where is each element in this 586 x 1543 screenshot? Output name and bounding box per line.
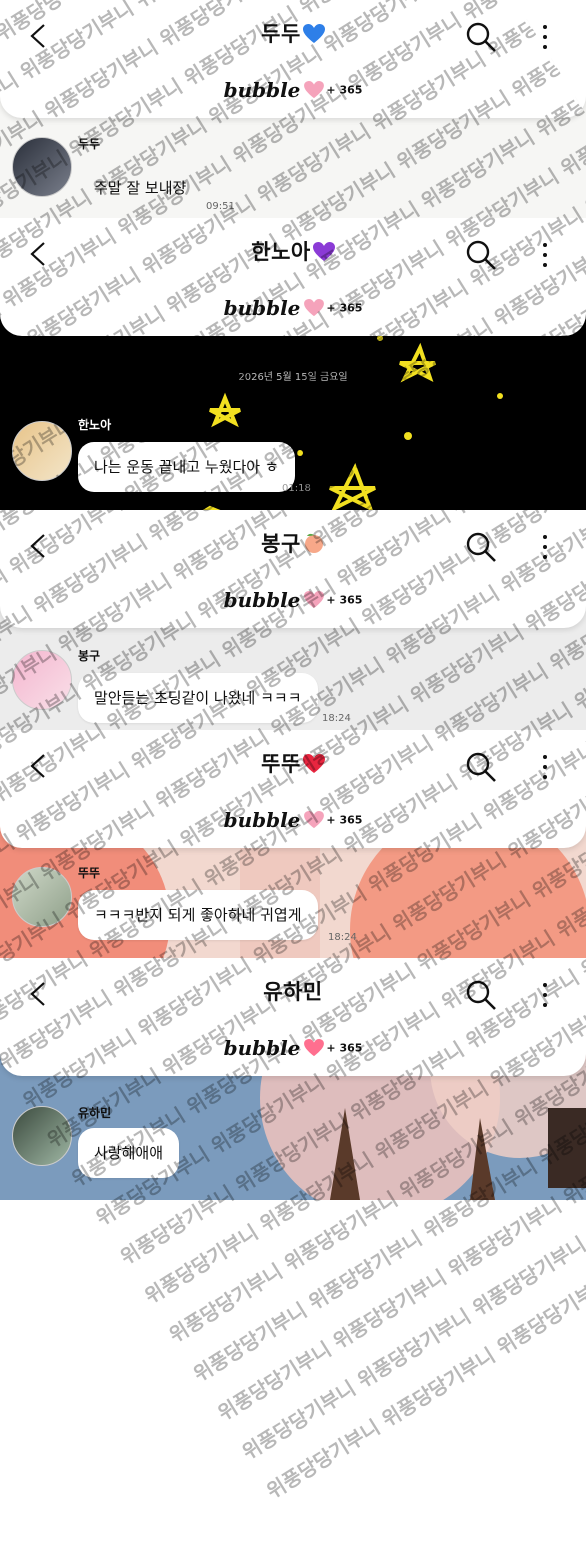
pink-heart-icon bbox=[304, 81, 325, 99]
chat-title: 봉구 bbox=[261, 532, 301, 556]
days-counter: + 365 bbox=[326, 83, 363, 97]
more-icon[interactable] bbox=[540, 980, 550, 1010]
message-time: 09:51 bbox=[206, 201, 235, 212]
days-counter: + 365 bbox=[326, 813, 363, 827]
chat-panel-2: 한노아 bubble + 365 2026년 5월 15일 금요일 한노아 나는 … bbox=[0, 218, 586, 514]
chat-title: 뚜뚜 bbox=[261, 752, 301, 776]
sender-name: 유하민 bbox=[78, 1106, 112, 1120]
avatar[interactable] bbox=[12, 650, 72, 710]
sender-name: 한노아 bbox=[78, 418, 112, 432]
chat-header: 유하민 bubble + 365 bbox=[0, 958, 586, 1076]
heart-emoji-icon bbox=[302, 24, 325, 43]
more-icon[interactable] bbox=[540, 22, 550, 52]
bubble-logo: bubble bbox=[223, 808, 301, 832]
subscription-bar: bubble + 365 bbox=[0, 296, 586, 320]
search-icon[interactable] bbox=[464, 20, 498, 54]
heart-emoji-icon bbox=[302, 754, 325, 773]
message-time: 18:24 bbox=[328, 932, 357, 943]
pink-heart-icon bbox=[304, 591, 325, 609]
more-icon[interactable] bbox=[540, 240, 550, 270]
sender-name: 뚜뚜 bbox=[78, 866, 101, 880]
bubble-logo: bubble bbox=[223, 1036, 301, 1060]
avatar[interactable] bbox=[12, 867, 72, 927]
peach-emoji-icon bbox=[304, 533, 323, 553]
subscription-bar: bubble + 365 bbox=[0, 1036, 586, 1060]
search-icon[interactable] bbox=[464, 978, 498, 1012]
message-time: 18:24 bbox=[322, 713, 351, 724]
message-bubble: 말안듣는 초딩같이 나왔네 ㅋㅋㅋ bbox=[78, 673, 318, 723]
search-icon[interactable] bbox=[464, 750, 498, 784]
chat-title: 한노아 bbox=[251, 240, 311, 264]
chat-header: 한노아 bubble + 365 bbox=[0, 218, 586, 336]
heart-emoji-icon bbox=[312, 242, 335, 261]
more-icon[interactable] bbox=[540, 532, 550, 562]
search-icon[interactable] bbox=[464, 530, 498, 564]
chat-header: 뚜뚜 bubble + 365 bbox=[0, 730, 586, 848]
sender-name: 봉구 bbox=[78, 649, 101, 663]
chat-title: 두두 bbox=[261, 22, 301, 46]
bubble-logo: bubble bbox=[223, 588, 301, 612]
avatar[interactable] bbox=[12, 1106, 72, 1166]
pink-heart-icon bbox=[304, 299, 325, 317]
chat-panel-4: 뚜뚜 bubble + 365 뚜뚜 ㅋㅋㅋ반지 되게 좋아하네 귀엽게 18:2… bbox=[0, 730, 586, 972]
sender-name: 두두 bbox=[78, 137, 101, 151]
subscription-bar: bubble + 365 bbox=[0, 588, 586, 612]
chat-panel-3: 봉구 bubble + 365 봉구 말안듣는 초딩같이 나왔네 ㅋㅋㅋ 18:2… bbox=[0, 510, 586, 735]
days-counter: + 365 bbox=[326, 1041, 363, 1055]
search-icon[interactable] bbox=[464, 238, 498, 272]
bubble-logo: bubble bbox=[223, 78, 301, 102]
date-divider: 2026년 5월 15일 금요일 bbox=[238, 372, 348, 383]
message-bubble: ㅋㅋㅋ반지 되게 좋아하네 귀엽게 bbox=[78, 890, 318, 940]
days-counter: + 365 bbox=[326, 593, 363, 607]
chat-panel-5: 유하민 bubble + 365 유하민 사랑해애애 bbox=[0, 958, 586, 1200]
chat-title: 유하민 bbox=[263, 980, 323, 1004]
subscription-bar: bubble + 365 bbox=[0, 808, 586, 832]
message-time: 01:18 bbox=[282, 483, 311, 494]
chat-header: 두두 bubble + 365 bbox=[0, 0, 586, 118]
days-counter: + 365 bbox=[326, 301, 363, 315]
bubble-logo: bubble bbox=[223, 296, 301, 320]
subscription-bar: bubble + 365 bbox=[0, 78, 586, 102]
avatar[interactable] bbox=[12, 137, 72, 197]
chat-panel-1: 두두 bubble + 365 두두 주말 잘 보내쟝 09:51 bbox=[0, 0, 586, 235]
more-icon[interactable] bbox=[540, 752, 550, 782]
pink-heart-icon bbox=[304, 811, 325, 829]
message-bubble: 사랑해애애 bbox=[78, 1128, 180, 1178]
chat-header: 봉구 bubble + 365 bbox=[0, 510, 586, 628]
avatar[interactable] bbox=[12, 421, 72, 481]
message-bubble: 주말 잘 보내쟝 bbox=[94, 179, 187, 197]
message-bubble: 나는 운동 끝내고 누웠다아 ㅎ bbox=[78, 442, 295, 492]
pink-heart-icon bbox=[304, 1039, 325, 1057]
